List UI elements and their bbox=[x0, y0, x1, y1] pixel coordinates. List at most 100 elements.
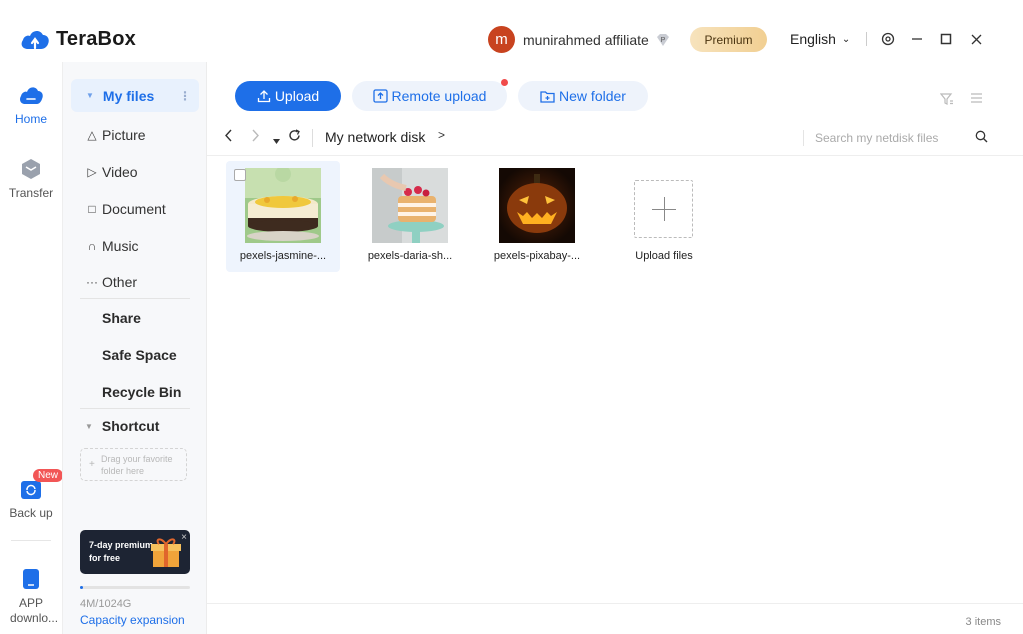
new-badge: New bbox=[33, 469, 64, 482]
music-icon: ∩ bbox=[87, 239, 97, 253]
jack-o-lantern-image bbox=[499, 168, 575, 243]
minimize-button[interactable] bbox=[908, 30, 926, 48]
rail-label-transfer: Transfer bbox=[8, 186, 54, 200]
language-select[interactable]: English ⌄ bbox=[790, 31, 850, 47]
new-folder-button[interactable]: New folder bbox=[518, 81, 648, 111]
settings-button[interactable] bbox=[879, 30, 897, 48]
rail-item-backup[interactable]: New Back up bbox=[0, 469, 64, 520]
upload-icon bbox=[257, 90, 270, 103]
avatar[interactable]: m bbox=[488, 26, 515, 53]
vip-badge-icon: P bbox=[656, 33, 669, 46]
promo-text: for free bbox=[89, 553, 121, 563]
app-logo: TeraBox bbox=[20, 27, 136, 51]
history-dropdown-button[interactable] bbox=[273, 131, 280, 147]
rail-label-home: Home bbox=[14, 112, 47, 126]
rail-label-backup: Back up bbox=[9, 506, 53, 520]
refresh-icon bbox=[289, 129, 300, 141]
chevron-down-icon: ⌄ bbox=[841, 33, 851, 45]
sidebar-item-label: My files bbox=[102, 87, 155, 104]
sidebar-item-other[interactable]: ··· Other bbox=[85, 274, 137, 290]
rail-item-app-download[interactable]: APP downlo... bbox=[0, 568, 62, 626]
drop-hint-line: Drag your favorite bbox=[101, 454, 173, 464]
sidebar-divider bbox=[80, 408, 190, 409]
search-divider bbox=[803, 130, 804, 146]
forward-button[interactable] bbox=[251, 129, 260, 145]
file-name: pexels-pixabay-... bbox=[493, 250, 581, 262]
new-folder-icon bbox=[540, 90, 555, 103]
sidebar-item-label: Picture bbox=[102, 127, 146, 143]
remote-upload-button[interactable]: Remote upload bbox=[352, 81, 507, 111]
app-name: TeraBox bbox=[56, 27, 136, 50]
shortcut-drop-zone[interactable]: + Drag your favorite folder here bbox=[80, 448, 187, 481]
sidebar-item-my-files[interactable]: ▼ My files ⋮ bbox=[71, 79, 199, 112]
close-button[interactable] bbox=[967, 30, 985, 48]
breadcrumb[interactable]: My network disk bbox=[325, 129, 425, 145]
left-rail: Home Transfer New Back up APP downlo... bbox=[0, 62, 64, 634]
close-icon bbox=[971, 34, 981, 44]
settings-icon bbox=[881, 32, 895, 46]
rail-item-home[interactable]: Home bbox=[0, 84, 62, 126]
sidebar-item-safe-space[interactable]: Safe Space bbox=[102, 347, 177, 363]
rail-item-transfer[interactable]: Transfer bbox=[0, 158, 62, 200]
layer-cake-image bbox=[372, 168, 448, 243]
file-item[interactable]: pexels-jasmine-... bbox=[226, 161, 340, 272]
sidebar-item-label: Document bbox=[102, 201, 166, 217]
video-icon: ▷ bbox=[87, 165, 97, 179]
back-button[interactable] bbox=[224, 129, 233, 145]
file-name: pexels-jasmine-... bbox=[239, 250, 327, 262]
upload-files-tile[interactable] bbox=[634, 180, 693, 238]
premium-button[interactable]: Premium bbox=[690, 27, 767, 52]
sidebar-item-picture[interactable]: △ Picture bbox=[85, 127, 146, 143]
new-folder-label: New folder bbox=[559, 88, 626, 104]
upload-files-label[interactable]: Upload files bbox=[607, 250, 721, 262]
sidebar-divider bbox=[80, 298, 190, 299]
phone-icon bbox=[23, 569, 39, 589]
minimize-icon bbox=[912, 38, 922, 40]
upload-button[interactable]: Upload bbox=[235, 81, 341, 111]
file-item[interactable]: pexels-daria-sh... bbox=[353, 161, 467, 272]
more-vertical-icon[interactable]: ⋮ bbox=[179, 89, 191, 103]
sidebar: ▼ My files ⋮ △ Picture ▷ Video □ Documen… bbox=[62, 62, 207, 634]
sidebar-item-document[interactable]: □ Document bbox=[85, 201, 166, 217]
notification-dot bbox=[501, 79, 508, 86]
search-button[interactable] bbox=[975, 130, 988, 148]
list-view-button[interactable] bbox=[970, 92, 983, 107]
home-cloud-icon bbox=[20, 87, 43, 104]
sidebar-item-shortcut[interactable]: ▼ Shortcut bbox=[85, 418, 159, 434]
maximize-button[interactable] bbox=[937, 30, 955, 48]
capacity-expansion-link[interactable]: Capacity expansion bbox=[80, 613, 185, 627]
plus-icon: + bbox=[89, 459, 95, 470]
sidebar-item-recycle-bin[interactable]: Recycle Bin bbox=[102, 384, 181, 400]
remote-upload-label: Remote upload bbox=[391, 88, 487, 104]
caret-down-icon: ▼ bbox=[85, 421, 93, 431]
filter-sort-button[interactable] bbox=[939, 92, 954, 109]
chevron-left-icon bbox=[225, 129, 232, 142]
cake-image bbox=[245, 168, 321, 243]
breadcrumb-arrow-icon: > bbox=[438, 128, 446, 142]
title-bar: TeraBox m munirahmed affiliate P Premium… bbox=[0, 0, 1023, 62]
titlebar-divider bbox=[866, 32, 867, 46]
premium-promo-banner[interactable]: × 7-day premium for free bbox=[80, 530, 190, 574]
sidebar-item-share[interactable]: Share bbox=[102, 310, 141, 326]
transfer-icon bbox=[22, 159, 40, 179]
sidebar-item-label: Music bbox=[102, 238, 139, 254]
promo-text: 7-day premium bbox=[89, 540, 154, 550]
user-menu[interactable]: m munirahmed affiliate P bbox=[488, 26, 671, 53]
gift-box-icon bbox=[151, 538, 181, 567]
svg-text:P: P bbox=[660, 37, 665, 44]
sidebar-item-video[interactable]: ▷ Video bbox=[85, 164, 138, 180]
caret-down-icon: ▼ bbox=[86, 91, 94, 100]
sidebar-item-music[interactable]: ∩ Music bbox=[85, 238, 139, 254]
rail-divider bbox=[11, 540, 51, 541]
file-item[interactable]: pexels-pixabay-... bbox=[480, 161, 594, 272]
search-input[interactable] bbox=[815, 128, 965, 148]
chevron-right-icon bbox=[252, 129, 259, 142]
file-checkbox[interactable] bbox=[234, 169, 246, 181]
terabox-logo-icon bbox=[21, 30, 49, 50]
username[interactable]: munirahmed affiliate bbox=[523, 32, 649, 48]
sidebar-item-label: Other bbox=[102, 274, 138, 290]
storage-usage-text: 4M/1024G bbox=[80, 598, 132, 610]
refresh-button[interactable] bbox=[288, 129, 301, 145]
sidebar-item-label: Video bbox=[102, 164, 138, 180]
maximize-icon bbox=[940, 33, 952, 45]
